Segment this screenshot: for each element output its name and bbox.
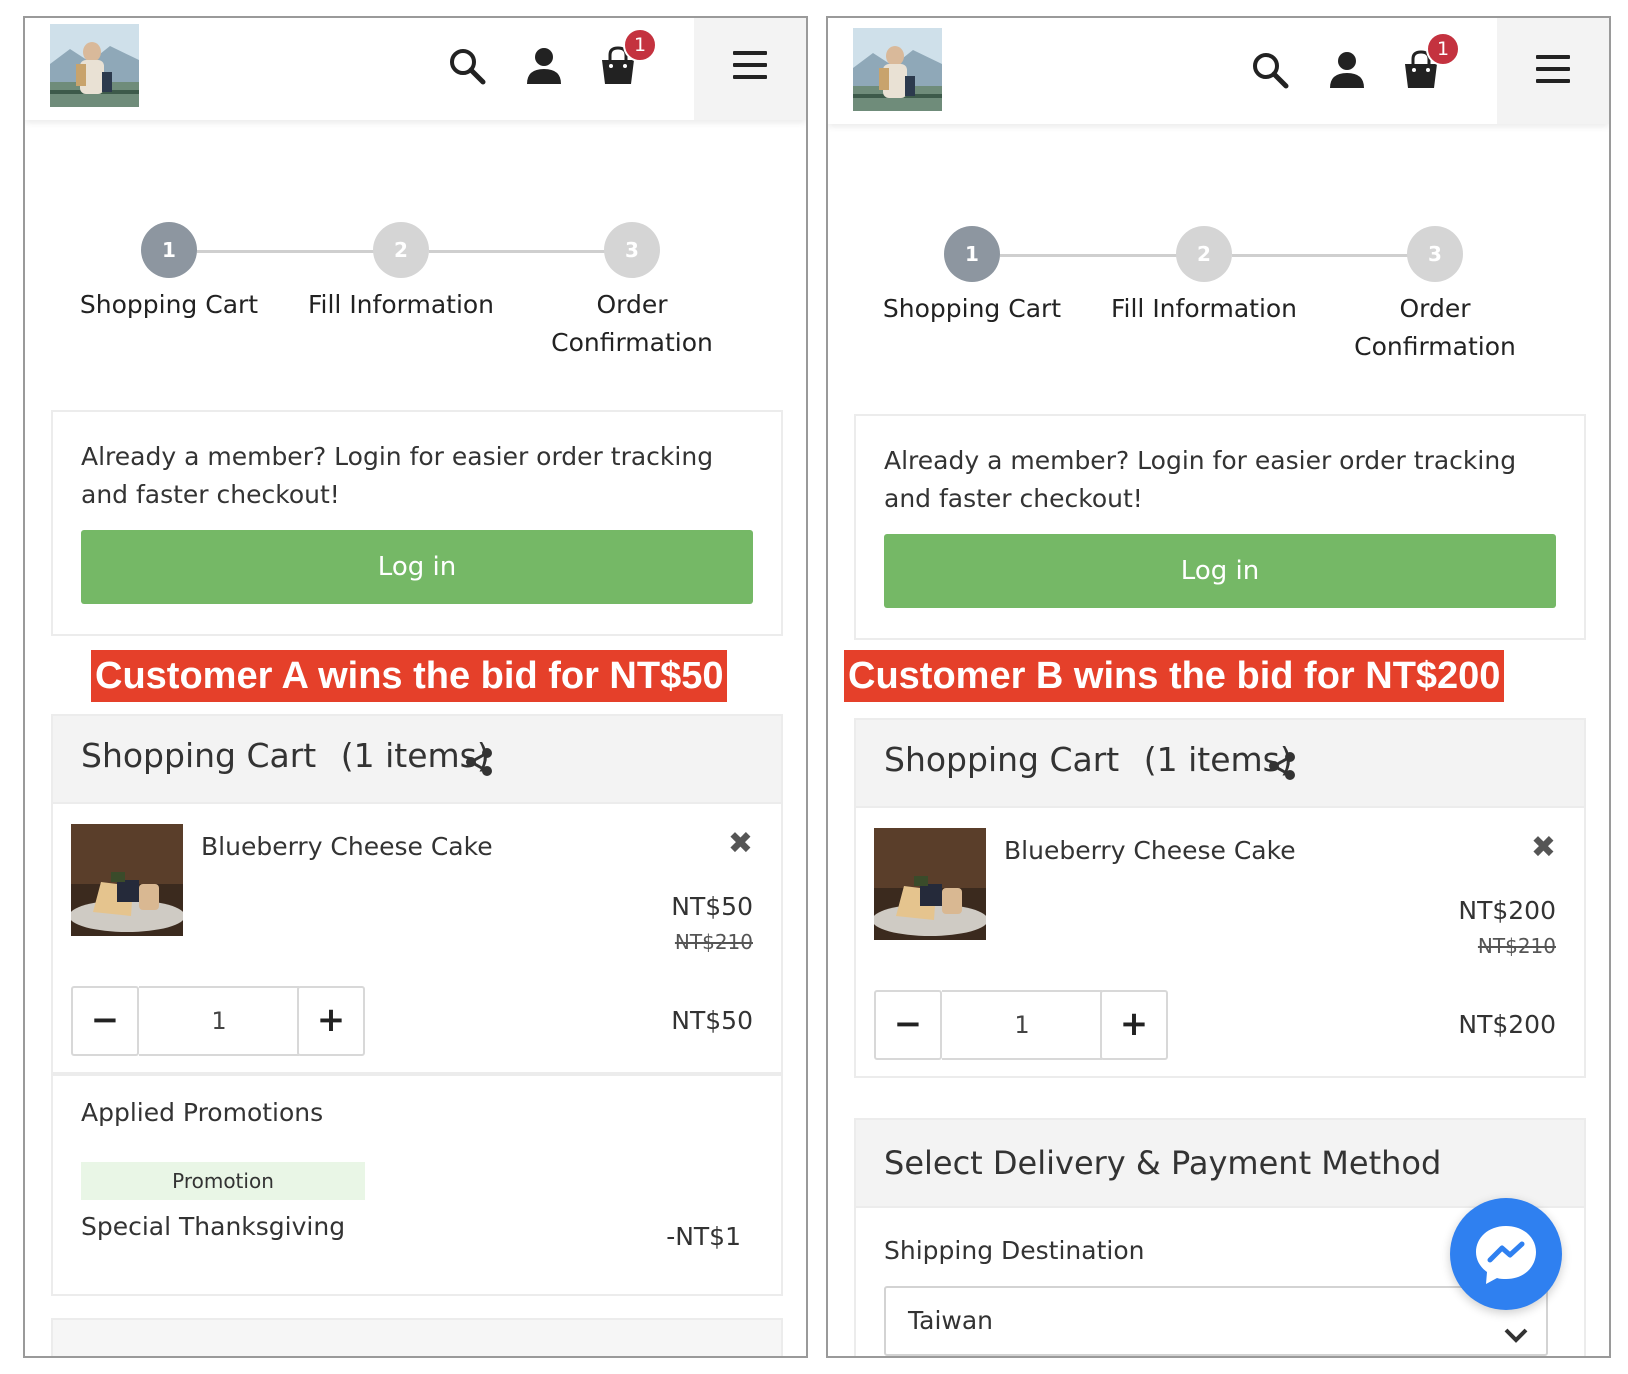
line-total: NT$50 (671, 1006, 753, 1035)
cart-title: Shopping Cart (1 items) (884, 740, 1293, 779)
store-logo[interactable] (50, 24, 139, 107)
cart-title-text: Shopping Cart (884, 740, 1120, 779)
decrease-quantity-button[interactable]: − (874, 990, 942, 1060)
login-button[interactable]: Log in (884, 534, 1556, 608)
menu-icon (1536, 55, 1570, 59)
cart-count-badge: 1 (1426, 32, 1460, 66)
applied-promotions: Applied Promotions Promotion Special Tha… (51, 1074, 783, 1296)
cart-title: Shopping Cart (1 items) (81, 736, 490, 775)
store-logo[interactable] (853, 28, 942, 111)
login-prompt: Already a member? Login for easier order… (81, 442, 714, 509)
step-2-label: Fill Information (1110, 294, 1298, 323)
step-1-label: Shopping Cart (79, 290, 259, 319)
menu-button[interactable] (1497, 18, 1609, 124)
search-icon[interactable] (1248, 48, 1292, 92)
promotion-amount: -NT$1 (666, 1222, 741, 1251)
quantity-stepper: − 1 + (874, 990, 1170, 1060)
product-name[interactable]: Blueberry Cheese Cake (1004, 836, 1296, 865)
original-price: NT$210 (1477, 934, 1556, 958)
quantity-input[interactable]: 1 (942, 990, 1102, 1060)
step-connector (1000, 254, 1180, 257)
bid-annotation-banner: Customer A wins the bid for NT$50 (91, 650, 728, 702)
quantity-stepper: − 1 + (71, 986, 367, 1056)
increase-quantity-button[interactable]: + (297, 986, 365, 1056)
step-3-circle: 3 (604, 222, 660, 278)
promotions-title: Applied Promotions (81, 1098, 324, 1127)
step-3-circle: 3 (1407, 226, 1463, 282)
product-thumbnail[interactable] (71, 824, 183, 936)
product-name[interactable]: Blueberry Cheese Cake (201, 832, 493, 861)
promotion-name: Special Thanksgiving (81, 1212, 346, 1241)
quantity-input[interactable]: 1 (139, 986, 299, 1056)
step-2-label: Fill Information (307, 290, 495, 319)
step-connector (1232, 254, 1412, 257)
step-1-label: Shopping Cart (882, 294, 1062, 323)
delivery-payment-header: Select Delivery & Payment Method (854, 1118, 1586, 1208)
step-1-circle: 1 (944, 226, 1000, 282)
delivery-payment-title: Select Delivery & Payment Method (884, 1144, 1442, 1182)
step-1-circle: 1 (141, 222, 197, 278)
line-total: NT$200 (1458, 1010, 1556, 1039)
login-prompt: Already a member? Login for easier order… (884, 446, 1517, 513)
checkout-steps: 1 2 3 Shopping Cart Fill Information Ord… (828, 218, 1609, 378)
shipping-destination-value: Taiwan (908, 1306, 994, 1335)
cart-title-text: Shopping Cart (81, 736, 317, 775)
shipping-destination-select[interactable]: Taiwan (884, 1286, 1548, 1356)
step-connector (429, 250, 609, 253)
promotion-tag: Promotion (81, 1162, 365, 1200)
step-3-label: Order Confirmation (551, 290, 713, 357)
cart-header: Shopping Cart (1 items) (854, 718, 1586, 808)
site-header: 1 (828, 18, 1609, 124)
shipping-destination-label: Shipping Destination (884, 1236, 1145, 1265)
share-icon[interactable] (1266, 750, 1298, 782)
search-icon[interactable] (445, 44, 489, 88)
site-header: 1 (25, 18, 806, 120)
step-2-circle: 2 (373, 222, 429, 278)
menu-icon (733, 51, 767, 55)
checkout-panel-customer-a: 1 1 2 3 Shopping Cart Fill Information O… (23, 16, 808, 1358)
bid-annotation-banner: Customer B wins the bid for NT$200 (844, 650, 1505, 702)
cart-item: Blueberry Cheese Cake ✖ NT$50 NT$210 − 1… (51, 804, 783, 1074)
menu-button[interactable] (694, 18, 806, 120)
checkout-panel-customer-b: 1 1 2 3 Shopping Cart Fill Information O… (826, 16, 1611, 1358)
share-icon[interactable] (463, 746, 495, 778)
step-2-circle: 2 (1176, 226, 1232, 282)
cart-count-badge: 1 (623, 28, 657, 62)
unit-price: NT$200 (1458, 896, 1556, 925)
step-3-label: Order Confirmation (1354, 294, 1516, 361)
close-icon[interactable]: ✖ (728, 826, 753, 861)
cart-header: Shopping Cart (1 items) (51, 714, 783, 804)
product-thumbnail[interactable] (874, 828, 986, 940)
messenger-icon (1476, 1226, 1536, 1284)
user-icon[interactable] (522, 44, 566, 88)
decrease-quantity-button[interactable]: − (71, 986, 139, 1056)
increase-quantity-button[interactable]: + (1100, 990, 1168, 1060)
checkout-steps: 1 2 3 Shopping Cart Fill Information Ord… (25, 214, 806, 374)
next-section-edge (51, 1318, 783, 1356)
step-connector (197, 250, 377, 253)
cart-item: Blueberry Cheese Cake ✖ NT$200 NT$210 − … (854, 808, 1586, 1078)
original-price: NT$210 (674, 930, 753, 954)
chevron-down-icon (1502, 1308, 1530, 1343)
messenger-chat-button[interactable] (1450, 1198, 1562, 1310)
user-icon[interactable] (1325, 48, 1369, 92)
login-button[interactable]: Log in (81, 530, 753, 604)
close-icon[interactable]: ✖ (1531, 830, 1556, 865)
member-login-box: Already a member? Login for easier order… (854, 414, 1586, 640)
unit-price: NT$50 (671, 892, 753, 921)
member-login-box: Already a member? Login for easier order… (51, 410, 783, 636)
